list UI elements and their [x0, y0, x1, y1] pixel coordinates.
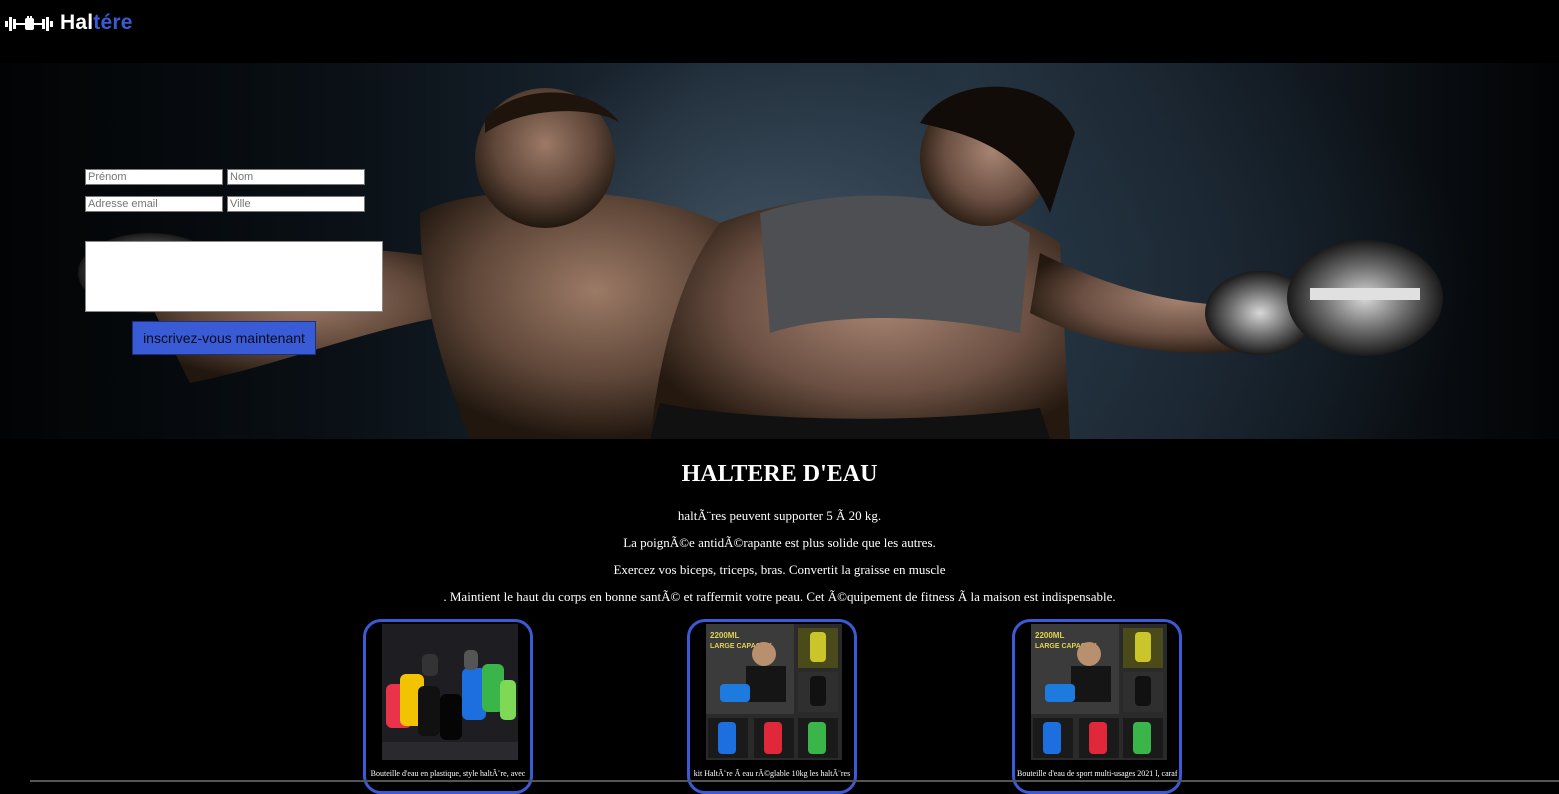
product-card[interactable]: Bouteille d'eau en plastique, style halt…	[363, 619, 533, 794]
city-input[interactable]	[227, 196, 365, 212]
description-line: haltÃ¨res peuvent supporter 5 Ã 20 kg.	[677, 508, 882, 523]
first-name-input[interactable]	[85, 169, 223, 185]
message-textarea[interactable]	[85, 241, 383, 312]
product-card[interactable]: 2200ML LARGE CAPACITY Bouteille d'eau de…	[1012, 619, 1182, 794]
svg-text:2200ML: 2200ML	[1035, 631, 1064, 640]
description-line: La poignÃ©e antidÃ©rapante est plus soli…	[623, 535, 936, 550]
description-line: . Maintient le haut du corps en bonne sa…	[443, 589, 1116, 604]
product-caption[interactable]: Bouteille d'eau de sport multi-usages 20…	[1017, 769, 1177, 779]
last-name-input[interactable]	[227, 169, 365, 185]
email-input[interactable]	[85, 196, 223, 212]
hero-banner: inscrivez-vous maintenant	[0, 63, 1559, 439]
product-caption[interactable]: kit HaltÃ¨re Ã eau rÃ©glable 10kg les ha…	[692, 769, 852, 779]
product-image-sport-water-bottle[interactable]: 2200ML LARGE CAPACITY	[1031, 624, 1167, 760]
description-line: Exercez vos biceps, triceps, bras. Conve…	[613, 562, 946, 577]
brand-name: Haltére	[60, 11, 133, 34]
brand-logo[interactable]: Haltére	[4, 10, 133, 36]
dumbbell-fist-icon	[5, 16, 53, 31]
signup-button[interactable]: inscrivez-vous maintenant	[132, 321, 316, 355]
product-caption[interactable]: Bouteille d'eau en plastique, style halt…	[368, 769, 528, 779]
product-image-colorful-dumbbells[interactable]	[382, 624, 518, 760]
product-card[interactable]: 2200ML LARGE CAPACITY kit HaltÃ¨re Ã eau…	[687, 619, 857, 794]
product-description: HALTERE D'EAU haltÃ¨res peuvent supporte…	[0, 455, 1559, 610]
section-title: HALTERE D'EAU	[681, 461, 878, 487]
svg-text:2200ML: 2200ML	[710, 631, 739, 640]
product-image-water-dumbbells-kit[interactable]: 2200ML LARGE CAPACITY	[706, 624, 842, 760]
